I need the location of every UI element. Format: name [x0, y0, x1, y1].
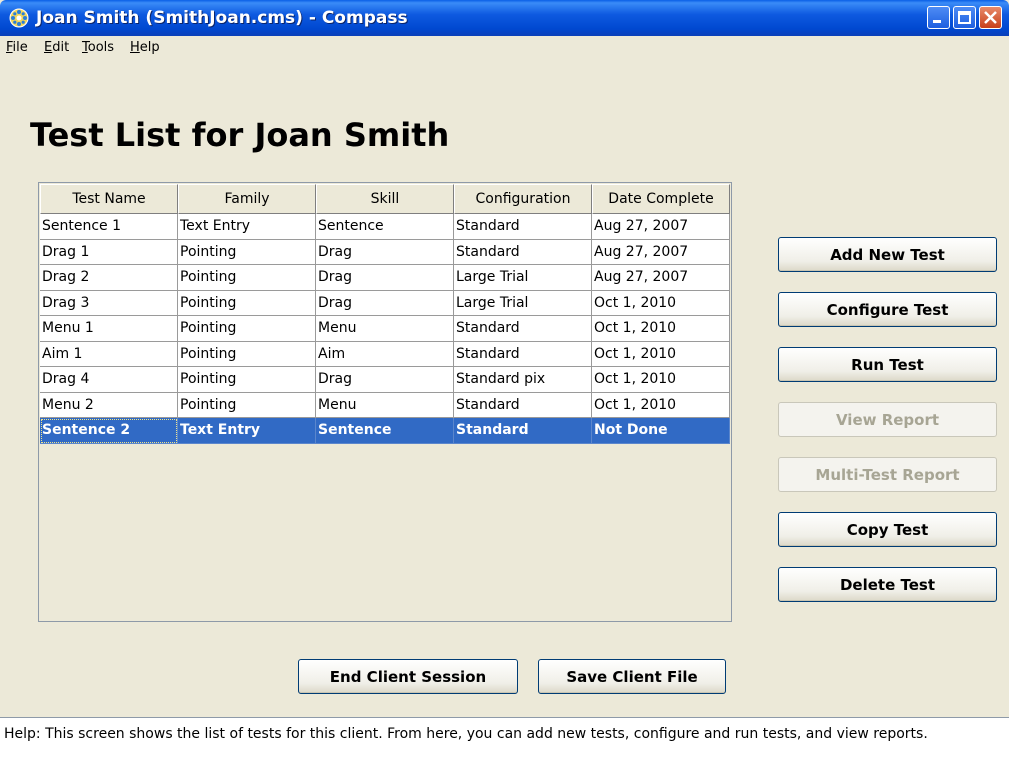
column-header-skill[interactable]: Skill [316, 184, 454, 214]
copy-test-button[interactable]: Copy Test [778, 512, 997, 547]
cell-configuration: Standard [454, 418, 592, 444]
cell-date-complete: Aug 27, 2007 [592, 239, 730, 265]
cell-configuration: Standard [454, 214, 592, 240]
menu-edit[interactable]: Edit [44, 40, 69, 55]
column-header-test-name[interactable]: Test Name [40, 184, 178, 214]
minimize-button[interactable] [927, 6, 950, 29]
add-new-test-button[interactable]: Add New Test [778, 237, 997, 272]
configure-test-button[interactable]: Configure Test [778, 292, 997, 327]
cell-skill: Sentence [316, 418, 454, 444]
cell-configuration: Standard pix [454, 367, 592, 393]
run-test-button[interactable]: Run Test [778, 347, 997, 382]
end-client-session-button[interactable]: End Client Session [298, 659, 518, 694]
cell-configuration: Large Trial [454, 265, 592, 291]
cell-date-complete: Oct 1, 2010 [592, 290, 730, 316]
cell-configuration: Standard [454, 316, 592, 342]
menu-bar: File Edit Tools Help [0, 36, 1009, 60]
multi-test-report-button[interactable]: Multi-Test Report [778, 457, 997, 492]
cell-configuration: Standard [454, 341, 592, 367]
window-title: Joan Smith (SmithJoan.cms) - Compass [36, 8, 408, 28]
cell-skill: Menu [316, 316, 454, 342]
cell-date-complete: Oct 1, 2010 [592, 316, 730, 342]
menu-file[interactable]: File [6, 40, 28, 55]
table-row[interactable]: Menu 1 Pointing Menu Standard Oct 1, 201… [40, 316, 730, 342]
maximize-icon [958, 11, 971, 24]
help-text: Help: This screen shows the list of test… [4, 726, 928, 742]
column-header-family[interactable]: Family [178, 184, 316, 214]
cell-family: Pointing [178, 239, 316, 265]
page-title: Test List for Joan Smith [30, 116, 450, 154]
cell-configuration: Standard [454, 239, 592, 265]
cell-configuration: Large Trial [454, 290, 592, 316]
menu-help[interactable]: Help [130, 40, 160, 55]
cell-skill: Menu [316, 392, 454, 418]
column-header-date-complete[interactable]: Date Complete [592, 184, 730, 214]
cell-family: Pointing [178, 265, 316, 291]
cell-skill: Drag [316, 290, 454, 316]
table-row[interactable]: Drag 4 Pointing Drag Standard pix Oct 1,… [40, 367, 730, 393]
cell-family: Pointing [178, 290, 316, 316]
close-button[interactable] [979, 6, 1002, 29]
cell-date-complete: Not Done [592, 418, 730, 444]
table-row[interactable]: Aim 1 Pointing Aim Standard Oct 1, 2010 [40, 341, 730, 367]
delete-test-button[interactable]: Delete Test [778, 567, 997, 602]
cell-date-complete: Oct 1, 2010 [592, 367, 730, 393]
cell-test-name: Sentence 2 [40, 418, 178, 444]
minimize-icon [933, 20, 941, 23]
column-header-configuration[interactable]: Configuration [454, 184, 592, 214]
table-row[interactable]: Drag 2 Pointing Drag Large Trial Aug 27,… [40, 265, 730, 291]
cell-date-complete: Aug 27, 2007 [592, 265, 730, 291]
app-window: Joan Smith (SmithJoan.cms) - Compass Fil… [0, 0, 1009, 771]
test-list-grid: Test Name Family Skill Configuration Dat… [40, 184, 730, 444]
cell-family: Pointing [178, 367, 316, 393]
cell-family: Pointing [178, 341, 316, 367]
compass-app-icon [9, 8, 29, 28]
cell-test-name: Drag 1 [40, 239, 178, 265]
cell-family: Pointing [178, 316, 316, 342]
help-panel: Help: This screen shows the list of test… [0, 717, 1009, 771]
save-client-file-button[interactable]: Save Client File [538, 659, 726, 694]
table-row[interactable]: Sentence 1 Text Entry Sentence Standard … [40, 214, 730, 240]
test-list-table[interactable]: Test Name Family Skill Configuration Dat… [38, 182, 732, 622]
cell-test-name: Drag 3 [40, 290, 178, 316]
cell-test-name: Drag 2 [40, 265, 178, 291]
maximize-button[interactable] [953, 6, 976, 29]
cell-skill: Drag [316, 265, 454, 291]
table-row[interactable]: Drag 3 Pointing Drag Large Trial Oct 1, … [40, 290, 730, 316]
menu-tools[interactable]: Tools [82, 40, 114, 55]
title-bar[interactable]: Joan Smith (SmithJoan.cms) - Compass [0, 0, 1009, 36]
cell-configuration: Standard [454, 392, 592, 418]
cell-family: Text Entry [178, 418, 316, 444]
cell-test-name: Drag 4 [40, 367, 178, 393]
table-header: Test Name Family Skill Configuration Dat… [40, 184, 730, 214]
view-report-button[interactable]: View Report [778, 402, 997, 437]
cell-date-complete: Oct 1, 2010 [592, 341, 730, 367]
cell-test-name: Menu 2 [40, 392, 178, 418]
cell-test-name: Menu 1 [40, 316, 178, 342]
table-row-selected[interactable]: Sentence 2 Text Entry Sentence Standard … [40, 418, 730, 444]
cell-skill: Aim [316, 341, 454, 367]
close-icon [984, 11, 997, 24]
table-row[interactable]: Menu 2 Pointing Menu Standard Oct 1, 201… [40, 392, 730, 418]
cell-skill: Drag [316, 367, 454, 393]
cell-skill: Sentence [316, 214, 454, 240]
cell-test-name: Sentence 1 [40, 214, 178, 240]
cell-date-complete: Oct 1, 2010 [592, 392, 730, 418]
cell-skill: Drag [316, 239, 454, 265]
cell-family: Pointing [178, 392, 316, 418]
cell-test-name: Aim 1 [40, 341, 178, 367]
table-row[interactable]: Drag 1 Pointing Drag Standard Aug 27, 20… [40, 239, 730, 265]
cell-date-complete: Aug 27, 2007 [592, 214, 730, 240]
cell-family: Text Entry [178, 214, 316, 240]
